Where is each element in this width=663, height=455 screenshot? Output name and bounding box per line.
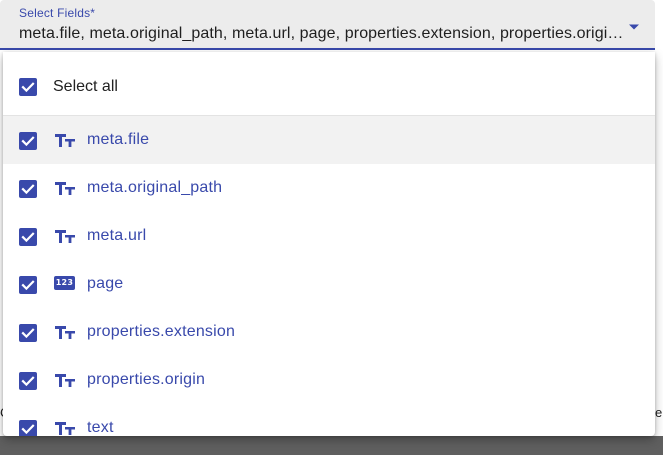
option-label: page bbox=[87, 275, 124, 292]
text-type-icon bbox=[55, 230, 75, 243]
option-label: meta.file bbox=[87, 131, 150, 148]
field-option-text[interactable]: text bbox=[3, 404, 655, 436]
checkmark-icon bbox=[21, 184, 35, 195]
caret-down-icon[interactable] bbox=[628, 23, 640, 31]
number-type-icon: 123 bbox=[54, 276, 75, 290]
option-checkbox[interactable] bbox=[19, 324, 37, 342]
text-type-icon bbox=[55, 326, 75, 339]
option-checkbox[interactable] bbox=[19, 228, 37, 246]
checkmark-icon bbox=[21, 376, 35, 387]
option-checkbox[interactable] bbox=[19, 372, 37, 390]
fields-menu: Select all meta.file meta.original_path … bbox=[3, 52, 655, 436]
checkmark-icon bbox=[21, 424, 35, 435]
option-label: meta.original_path bbox=[87, 179, 223, 196]
checkmark-icon bbox=[21, 328, 35, 339]
option-checkbox[interactable] bbox=[19, 180, 37, 198]
option-label: properties.extension bbox=[87, 323, 236, 340]
field-option-meta-original-path[interactable]: meta.original_path bbox=[3, 164, 655, 212]
field-option-properties-origin[interactable]: properties.origin bbox=[3, 356, 655, 404]
select-all-label: Select all bbox=[53, 78, 118, 95]
option-checkbox[interactable] bbox=[19, 276, 37, 294]
option-label: properties.origin bbox=[87, 371, 206, 388]
option-checkbox[interactable] bbox=[19, 420, 37, 436]
select-fields-dropdown[interactable]: Select Fields* meta.file, meta.original_… bbox=[0, 0, 655, 50]
page-backdrop bbox=[0, 436, 663, 455]
checkmark-icon bbox=[21, 232, 35, 243]
select-fields-label: Select Fields* bbox=[19, 6, 96, 20]
field-selector-screen: C e Select Fields* meta.file, meta.origi… bbox=[0, 0, 663, 455]
option-label: meta.url bbox=[87, 227, 147, 244]
field-option-meta-url[interactable]: meta.url bbox=[3, 212, 655, 260]
field-option-properties-extension[interactable]: properties.extension bbox=[3, 308, 655, 356]
field-option-page[interactable]: 123 page bbox=[3, 260, 655, 308]
background-text-fragment: e bbox=[655, 405, 663, 420]
checkmark-icon bbox=[21, 280, 35, 291]
text-type-icon bbox=[55, 374, 75, 387]
select-all-checkbox[interactable] bbox=[19, 78, 37, 96]
option-checkbox[interactable] bbox=[19, 132, 37, 150]
checkmark-icon bbox=[21, 82, 35, 93]
option-label: text bbox=[87, 419, 114, 436]
checkmark-icon bbox=[21, 136, 35, 147]
text-type-icon bbox=[55, 182, 75, 195]
field-option-meta-file[interactable]: meta.file bbox=[3, 116, 655, 164]
text-type-icon bbox=[55, 134, 75, 147]
text-type-icon bbox=[55, 422, 75, 435]
select-all-option[interactable]: Select all bbox=[3, 52, 655, 116]
select-fields-value[interactable]: meta.file, meta.original_path, meta.url,… bbox=[19, 25, 629, 43]
